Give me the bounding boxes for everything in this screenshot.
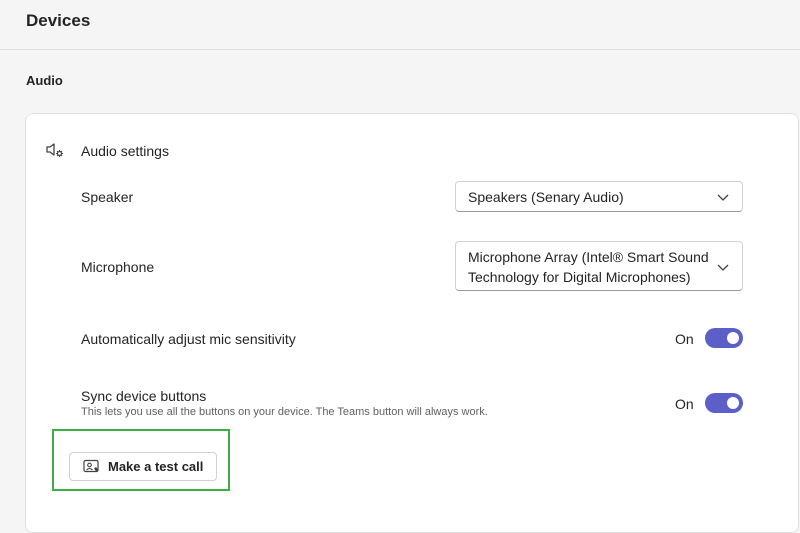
- speaker-gear-icon: [46, 143, 63, 157]
- make-test-call-label: Make a test call: [108, 459, 204, 474]
- auto-adjust-toggle[interactable]: [705, 328, 743, 348]
- auto-adjust-state: On: [675, 331, 694, 347]
- microphone-dropdown[interactable]: Microphone Array (Intel® Smart Sound Tec…: [455, 241, 743, 291]
- toggle-knob: [727, 397, 739, 409]
- devices-settings-page: Devices Audio Audio settings Speaker Spe…: [0, 0, 800, 533]
- sync-buttons-state: On: [675, 396, 694, 412]
- chevron-down-icon: [717, 264, 729, 271]
- chevron-down-icon: [717, 194, 729, 201]
- page-title: Devices: [26, 11, 91, 30]
- microphone-selected-line2: Technology for Digital Microphones): [468, 269, 691, 285]
- speaker-selected-value: Speakers (Senary Audio): [468, 189, 624, 205]
- audio-settings-label: Audio settings: [81, 143, 169, 159]
- make-test-call-button[interactable]: Make a test call: [69, 452, 217, 481]
- toggle-knob: [727, 332, 739, 344]
- microphone-label: Microphone: [81, 259, 155, 275]
- sync-buttons-toggle[interactable]: [705, 393, 743, 413]
- sync-buttons-description: This lets you use all the buttons on you…: [81, 406, 488, 418]
- section-title-audio: Audio: [26, 73, 63, 88]
- speaker-dropdown[interactable]: Speakers (Senary Audio): [455, 181, 743, 212]
- header-divider: [0, 49, 800, 50]
- test-call-icon: [83, 459, 99, 473]
- speaker-label: Speaker: [81, 189, 134, 205]
- sync-buttons-label: Sync device buttons: [81, 388, 207, 404]
- microphone-selected-line1: Microphone Array (Intel® Smart Sound: [468, 249, 709, 265]
- auto-adjust-label: Automatically adjust mic sensitivity: [81, 331, 296, 347]
